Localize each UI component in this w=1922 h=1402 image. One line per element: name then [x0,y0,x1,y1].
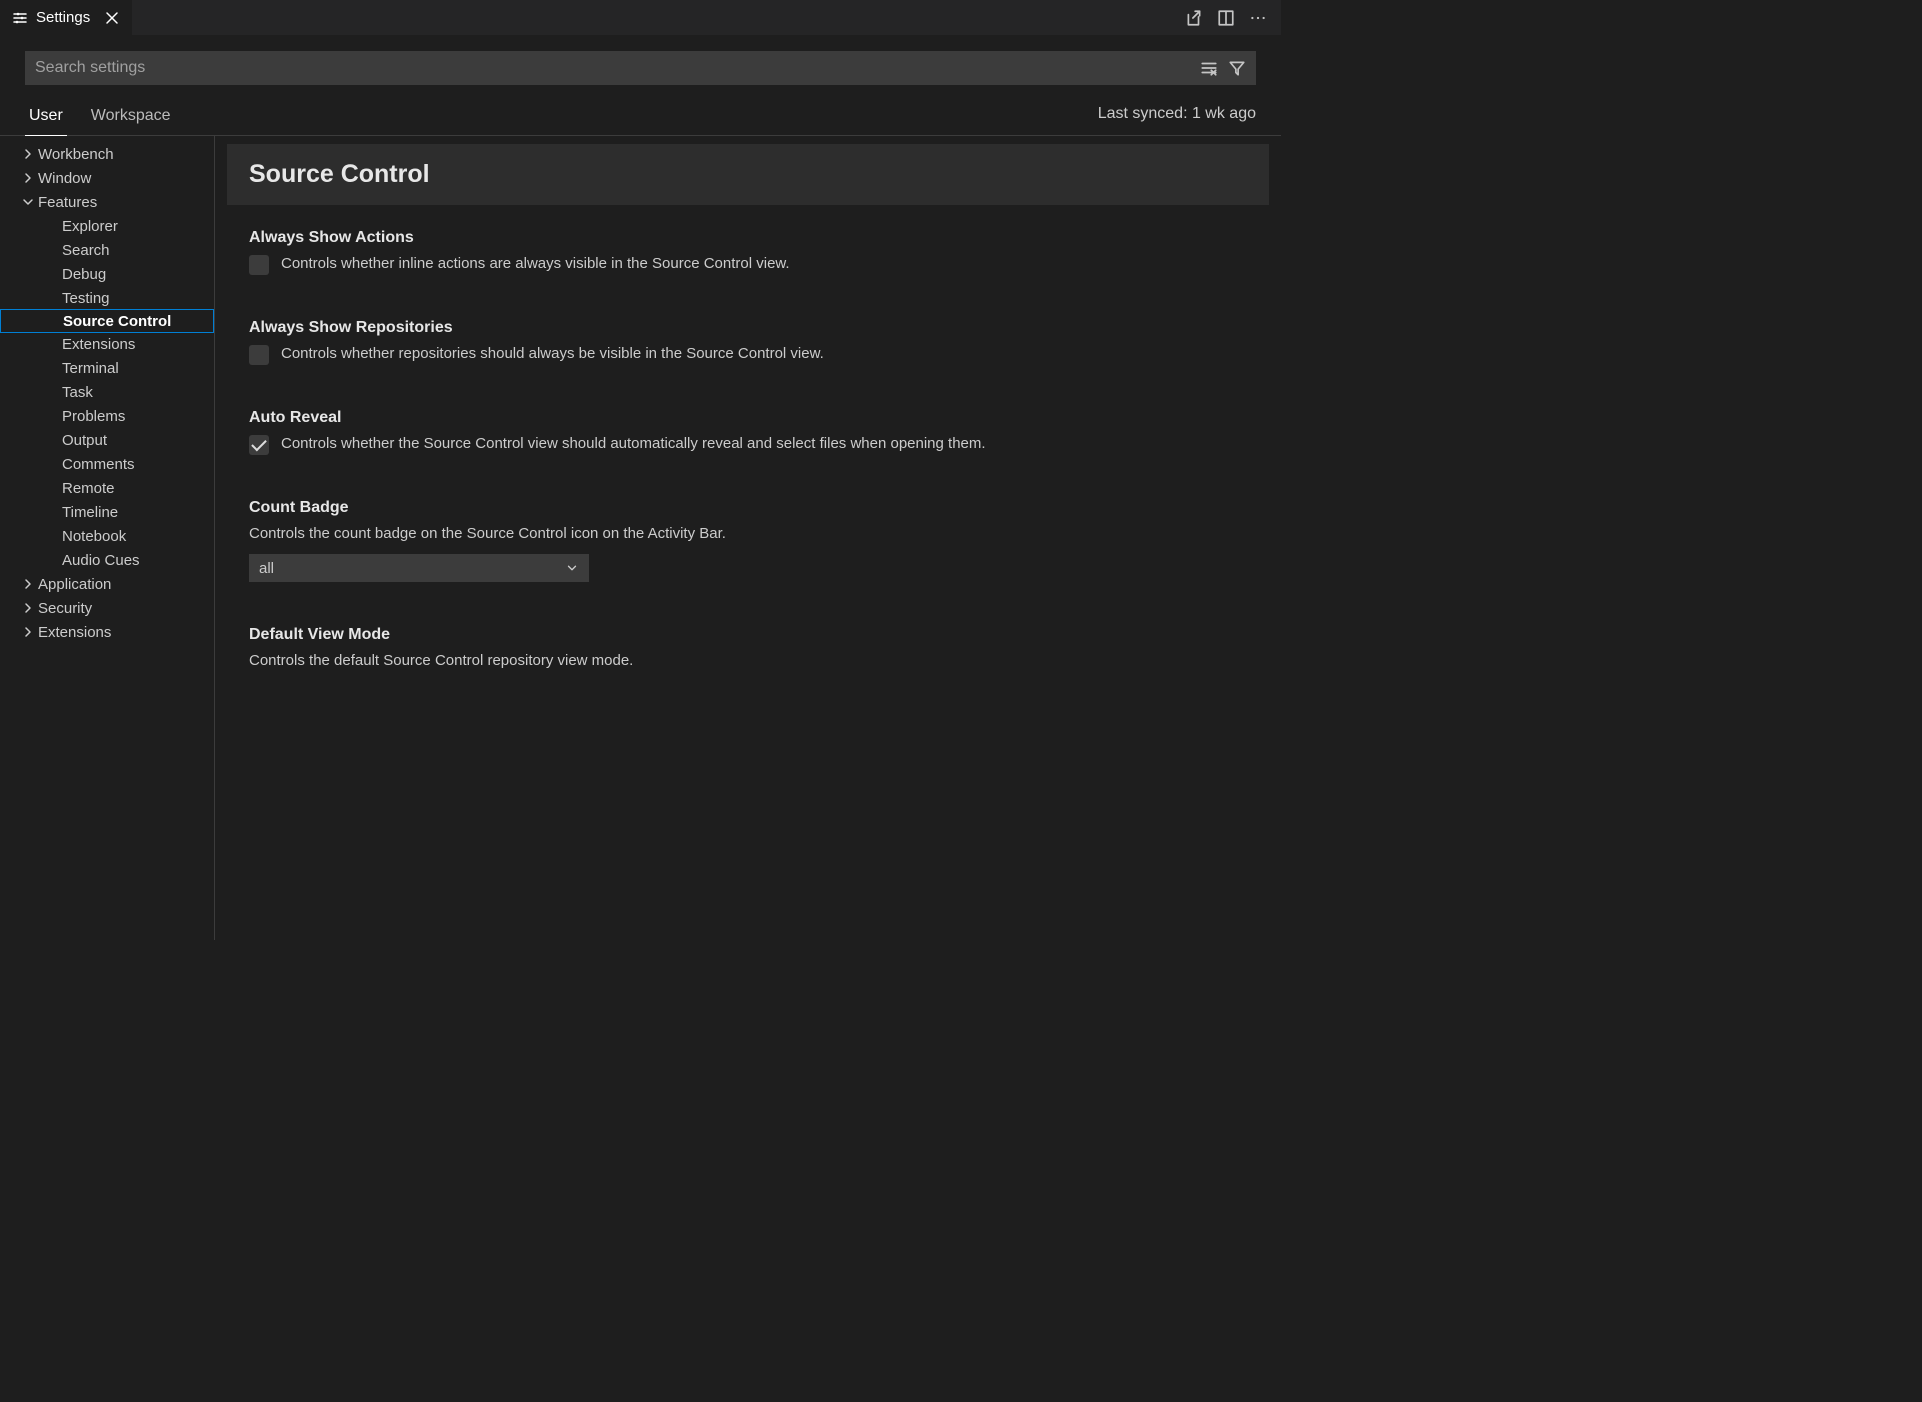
setting-desc: Controls whether repositories should alw… [281,343,824,364]
tree-item-label: Remote [62,480,115,497]
tree-item-extensions[interactable]: Extensions [0,332,214,356]
tree-item-comments[interactable]: Comments [0,452,214,476]
tree-item-workbench[interactable]: Workbench [0,142,214,166]
tree-item-label: Comments [62,456,135,473]
setting-desc: Controls the count badge on the Source C… [249,523,1069,544]
tree-item-application[interactable]: Application [0,572,214,596]
tree-item-label: Audio Cues [62,552,140,569]
more-actions-icon[interactable] [1249,9,1267,27]
tree-item-label: Application [38,576,111,593]
chevron-right-icon [20,146,36,162]
setting-title: Count Badge [249,499,1247,517]
chevron-right-icon [20,576,36,592]
search-settings-input[interactable] [35,59,1200,77]
scope-tab-user[interactable]: User [25,101,67,136]
tree-item-label: Timeline [62,504,118,521]
close-tab-icon[interactable] [104,10,120,26]
scope-tab-workspace[interactable]: Workspace [87,101,175,136]
tree-item-label: Window [38,170,91,187]
settings-content: Source Control Always Show Actions Contr… [215,136,1281,940]
checkbox-always-show-actions[interactable] [249,255,269,275]
tree-item-testing[interactable]: Testing [0,286,214,310]
chevron-right-icon [20,624,36,640]
tab-title: Settings [36,9,90,26]
setting-always-show-actions: Always Show Actions Controls whether inl… [227,229,1269,319]
tree-item-problems[interactable]: Problems [0,404,214,428]
tree-item-label: Notebook [62,528,126,545]
tree-item-label: Search [62,242,110,259]
tree-item-notebook[interactable]: Notebook [0,524,214,548]
select-count-badge[interactable]: all [249,554,589,582]
select-value: all [259,560,274,577]
scope-row: User Workspace Last synced: 1 wk ago [0,95,1281,136]
setting-desc: Controls whether inline actions are alwa… [281,253,790,274]
open-settings-json-icon[interactable] [1185,9,1203,27]
tree-item-window[interactable]: Window [0,166,214,190]
tree-item-audio-cues[interactable]: Audio Cues [0,548,214,572]
tree-item-timeline[interactable]: Timeline [0,500,214,524]
chevron-right-icon [20,170,36,186]
setting-count-badge: Count Badge Controls the count badge on … [227,499,1269,626]
tree-item-debug[interactable]: Debug [0,262,214,286]
tree-item-label: Testing [62,290,110,307]
tree-item-extensions[interactable]: Extensions [0,620,214,644]
tab-actions [1171,9,1281,27]
tree-item-features[interactable]: Features [0,190,214,214]
setting-desc: Controls the default Source Control repo… [249,650,1069,671]
tree-item-label: Explorer [62,218,118,235]
checkbox-always-show-repositories[interactable] [249,345,269,365]
tree-item-terminal[interactable]: Terminal [0,356,214,380]
setting-auto-reveal: Auto Reveal Controls whether the Source … [227,409,1269,499]
tree-item-label: Workbench [38,146,114,163]
tree-item-label: Features [38,194,97,211]
setting-desc: Controls whether the Source Control view… [281,433,986,454]
section-header: Source Control [227,144,1269,205]
tree-item-label: Security [38,600,92,617]
tree-item-label: Terminal [62,360,119,377]
tree-item-label: Extensions [38,624,111,641]
tree-item-source-control[interactable]: Source Control [0,309,214,333]
setting-title: Always Show Actions [249,229,1247,247]
tree-item-label: Debug [62,266,106,283]
tree-item-label: Problems [62,408,125,425]
setting-title: Auto Reveal [249,409,1247,427]
tree-item-label: Source Control [63,313,171,330]
tab-bar: Settings [0,0,1281,35]
settings-tree: Workbench Window Features Explorer Search Deb… [0,136,215,940]
chevron-right-icon [20,600,36,616]
tree-item-label: Task [62,384,93,401]
clear-search-icon[interactable] [1200,59,1218,77]
checkbox-auto-reveal[interactable] [249,435,269,455]
last-synced-text: Last synced: 1 wk ago [1098,105,1256,131]
split-editor-icon[interactable] [1217,9,1235,27]
tree-item-task[interactable]: Task [0,380,214,404]
tree-item-label: Output [62,432,107,449]
setting-always-show-repositories: Always Show Repositories Controls whethe… [227,319,1269,409]
filter-icon[interactable] [1228,59,1246,77]
tree-item-explorer[interactable]: Explorer [0,214,214,238]
tree-item-output[interactable]: Output [0,428,214,452]
tree-item-search[interactable]: Search [0,238,214,262]
setting-title: Always Show Repositories [249,319,1247,337]
tab-settings[interactable]: Settings [0,0,132,35]
chevron-down-icon [20,194,36,210]
tree-item-label: Extensions [62,336,135,353]
settings-tab-icon [12,10,28,26]
tree-item-remote[interactable]: Remote [0,476,214,500]
setting-default-view-mode: Default View Mode Controls the default S… [227,626,1269,671]
setting-title: Default View Mode [249,626,1247,644]
chevron-down-icon [565,561,579,575]
search-settings-box [25,51,1256,85]
tree-item-security[interactable]: Security [0,596,214,620]
